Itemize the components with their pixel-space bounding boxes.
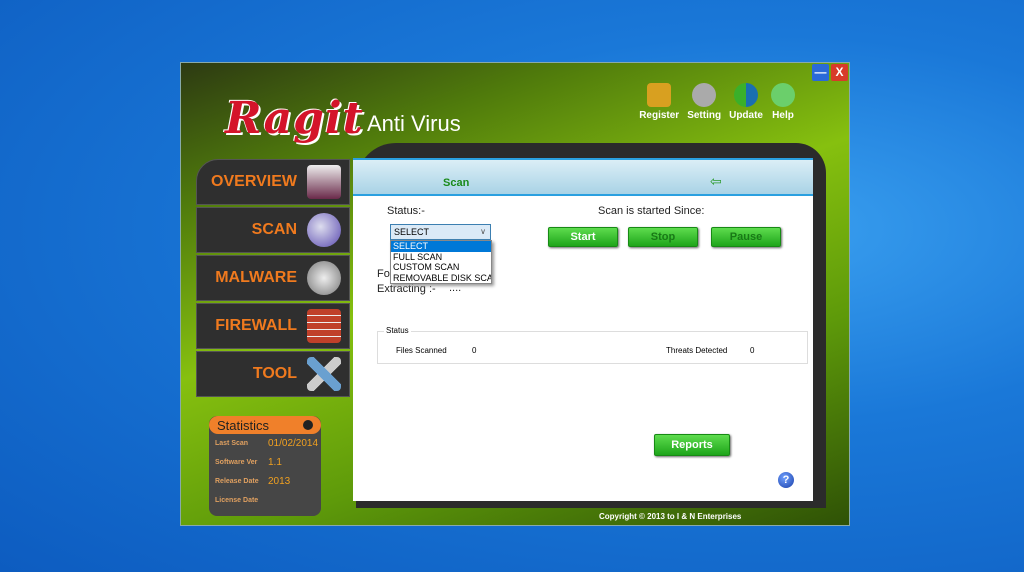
help-face-icon [771, 83, 795, 107]
help-icon[interactable]: ? [778, 472, 794, 488]
top-menu: Register Setting Update Help [639, 83, 795, 121]
app-window: — X Ragit Anti Virus Register Setting Up… [180, 62, 850, 526]
minimize-button[interactable]: — [812, 64, 829, 81]
back-arrow-icon[interactable]: ⇦ [710, 173, 722, 190]
stat-row: Software Ver 1.1 [215, 457, 282, 468]
sidebar-item-overview[interactable]: OVERVIEW [196, 159, 350, 205]
sidebar-item-scan[interactable]: SCAN [196, 207, 350, 253]
firewall-label: FIREWALL [215, 317, 297, 334]
statistics-panel: Statistics Last Scan 01/02/2014 Software … [209, 416, 321, 516]
update-label: Update [729, 110, 763, 121]
scan-type-select[interactable]: SELECT ∨ [390, 224, 491, 240]
sidebar-item-tool[interactable]: TOOL [196, 351, 350, 397]
start-button[interactable]: Start [548, 227, 618, 247]
stat-row: Release Date 2013 [215, 476, 291, 487]
sidebar-item-firewall[interactable]: FIREWALL [196, 303, 350, 349]
folder-label: Fo [377, 268, 390, 280]
app-subtitle: Anti Virus [367, 111, 461, 136]
tools-icon [307, 357, 341, 391]
update-button[interactable]: Update [729, 83, 763, 121]
status-group-title: Status [384, 326, 411, 335]
setting-button[interactable]: Setting [687, 83, 721, 121]
chevron-down-icon: ∨ [480, 227, 486, 236]
tool-label: TOOL [252, 365, 297, 382]
panel-title: Scan [443, 177, 470, 189]
files-scanned-label: Files Scanned [396, 346, 447, 355]
scan-label: SCAN [251, 221, 297, 238]
gears-icon [692, 83, 717, 107]
stat-row: Last Scan 01/02/2014 [215, 438, 319, 449]
sidebar: OVERVIEW SCAN MALWARE FIREWALL TOOL [196, 159, 350, 399]
help-label: Help [772, 110, 794, 121]
threats-detected-label: Threats Detected [666, 346, 728, 355]
monitor-icon [307, 165, 341, 199]
malware-label: MALWARE [215, 269, 297, 286]
globe-icon [307, 213, 341, 247]
brick-wall-icon [307, 309, 341, 343]
extracting-label: Extracting :- [377, 283, 436, 295]
threats-detected-value: 0 [750, 346, 755, 355]
option-full-scan[interactable]: FULL SCAN [391, 252, 491, 263]
option-custom-scan[interactable]: CUSTOM SCAN [391, 262, 491, 273]
pause-button[interactable]: Pause [711, 227, 781, 247]
register-label: Register [639, 110, 680, 121]
copyright: Copyright © 2013 to I & N Enterprises [599, 512, 742, 521]
help-button[interactable]: Help [771, 83, 795, 121]
stat-row: License Date [215, 497, 259, 504]
app-logo: Ragit [225, 93, 364, 144]
refresh-icon [734, 83, 759, 107]
option-removable-disk-scan[interactable]: REMOVABLE DISK SCAN [391, 273, 491, 284]
statistics-title: Statistics [217, 417, 270, 433]
status-label: Status:- [387, 205, 425, 217]
status-group: Status Files Scanned 0 Threats Detected … [377, 326, 808, 364]
scan-type-dropdown: SELECT FULL SCAN CUSTOM SCAN REMOVABLE D… [390, 240, 492, 284]
setting-label: Setting [687, 110, 722, 121]
bug-icon [307, 261, 341, 295]
since-label: Scan is started Since: [598, 205, 705, 217]
panel-header: Scan ⇦ [353, 158, 813, 196]
lock-icon [647, 83, 672, 107]
toggle-dot-icon[interactable] [303, 420, 313, 430]
files-scanned-value: 0 [472, 346, 477, 355]
overview-label: OVERVIEW [211, 173, 297, 190]
scan-panel: Scan ⇦ Status:- Scan is started Since: S… [353, 158, 813, 501]
close-button[interactable]: X [831, 64, 848, 81]
sidebar-item-malware[interactable]: MALWARE [196, 255, 350, 301]
stop-button[interactable]: Stop [628, 227, 698, 247]
option-select[interactable]: SELECT [391, 241, 491, 252]
register-button[interactable]: Register [639, 83, 679, 121]
reports-button[interactable]: Reports [654, 434, 730, 456]
